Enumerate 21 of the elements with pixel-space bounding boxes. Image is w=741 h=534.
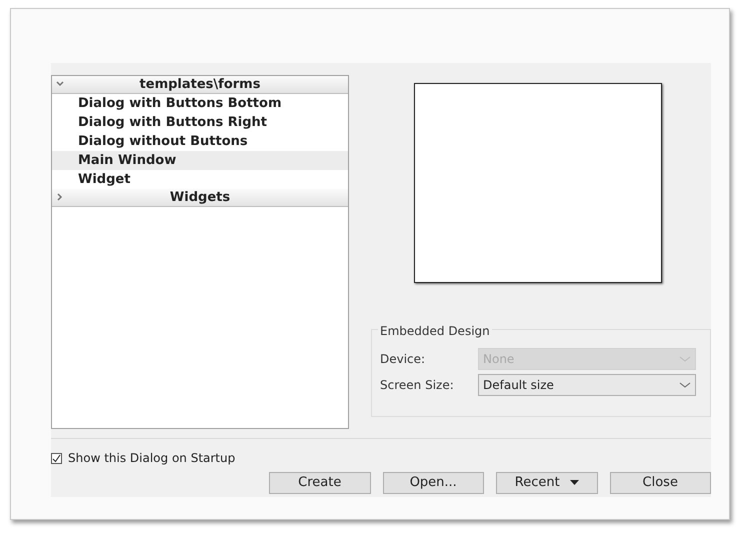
tree-item[interactable]: Main Window	[52, 151, 348, 170]
chevron-right-icon	[55, 192, 65, 202]
field-label: Screen Size:	[380, 377, 455, 394]
dropdown-arrow-icon	[570, 480, 579, 486]
chevron-down-icon	[679, 355, 691, 363]
chevron-down-icon	[55, 79, 65, 89]
dialog-button[interactable]: Recent	[496, 472, 598, 494]
tree-item[interactable]: Widget	[52, 170, 348, 189]
dialog-button[interactable]: Close	[610, 472, 711, 494]
dialog-button[interactable]: Open...	[382, 472, 484, 494]
tree-category[interactable]: templates\forms	[52, 76, 348, 94]
field-label: Device:	[380, 351, 426, 368]
chevron-down-icon	[679, 381, 691, 389]
tree-item[interactable]: Dialog with Buttons Bottom	[52, 94, 348, 113]
tree-item[interactable]: Dialog without Buttons	[52, 132, 348, 151]
dialog-button[interactable]: Create	[269, 472, 370, 494]
checkbox-label: Show this Dialog on Startup	[68, 450, 236, 467]
tree-category[interactable]: Widgets	[52, 189, 348, 207]
checkbox[interactable]	[51, 452, 62, 464]
tree-item[interactable]: Dialog with Buttons Right	[52, 113, 348, 132]
dropdown[interactable]: Default size	[478, 374, 696, 396]
